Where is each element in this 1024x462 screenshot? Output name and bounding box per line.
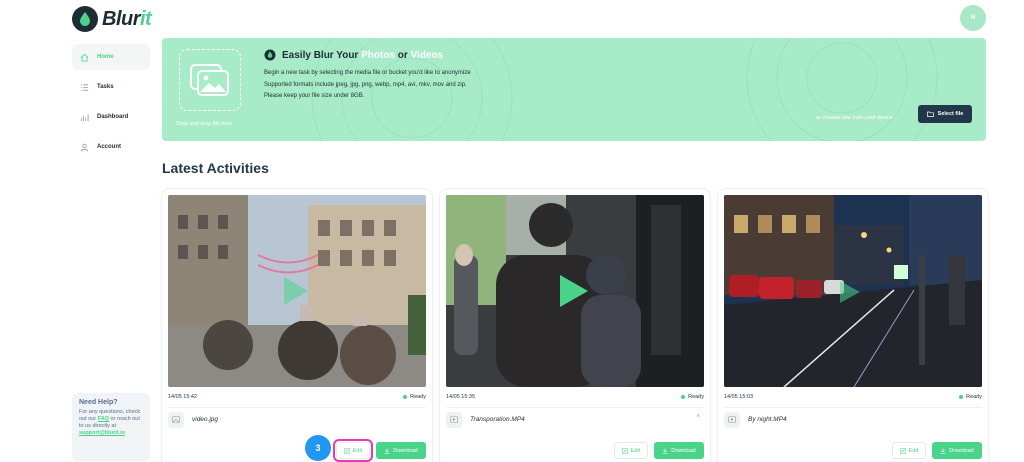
card-actions: Edit Download (892, 442, 982, 459)
list-icon (80, 83, 89, 91)
edit-icon (622, 447, 628, 454)
download-icon (940, 448, 946, 454)
card-actions: Edit Download (614, 442, 704, 459)
sidebar-item-label: Account (97, 144, 121, 150)
media-thumbnail[interactable] (168, 195, 426, 387)
folder-icon (926, 111, 934, 117)
banner-title: Easily Blur Your Photos or Videos (264, 49, 443, 61)
activity-timestamp: 14/05 15:35 (446, 394, 476, 400)
download-button[interactable]: Download (376, 442, 426, 459)
chevron-up-icon[interactable]: ˄ (696, 414, 700, 420)
activity-card: 14/05 15:42 Ready video.jpg Edit Downloa… (162, 189, 432, 462)
help-title: Need Help? (79, 399, 118, 406)
edit-button[interactable]: Edit (892, 442, 926, 459)
tutorial-step-badge: 3 (305, 435, 331, 461)
activity-card: 14/05 15:35 Ready Transporation.MP4 ˄ Ed… (440, 189, 710, 462)
user-avatar[interactable]: N (960, 5, 986, 31)
activity-meta: 14/05 15:42 Ready (168, 394, 426, 400)
app-logo[interactable]: Blurit (72, 6, 152, 32)
sidebar-item-dashboard[interactable]: Dashboard (72, 104, 150, 130)
user-icon (80, 143, 89, 151)
edit-icon (900, 447, 906, 454)
file-name: Transporation.MP4 (470, 416, 525, 423)
blur-drop-icon (264, 49, 276, 61)
sidebar-item-home[interactable]: Home (72, 44, 150, 70)
file-row: By night.MP4 (724, 407, 982, 428)
bus-video-thumbnail (446, 195, 704, 387)
sidebar-item-label: Tasks (97, 84, 114, 90)
activity-meta: 14/05 15:35 Ready (446, 394, 704, 400)
file-name: video.jpg (192, 416, 219, 423)
status-dot-icon (959, 395, 964, 399)
sidebar-item-label: Dashboard (97, 114, 129, 120)
file-name: By night.MP4 (748, 416, 787, 423)
sidebar-item-account[interactable]: Account (72, 134, 150, 160)
blurit-home-page: Blurit N Home Tasks Dashboard Account Ne… (0, 0, 1024, 462)
download-icon (384, 448, 390, 454)
activity-card: 14/05 15:03 Ready By night.MP4 Edit Down… (718, 189, 988, 462)
edit-button[interactable]: Edit (614, 442, 648, 459)
video-file-icon (446, 411, 462, 428)
card-actions: Edit Download (333, 439, 426, 462)
night-street-thumbnail (724, 195, 982, 387)
upload-banner: Drag and drop file here Easily Blur Your… (162, 38, 986, 141)
activity-timestamp: 14/05 15:03 (724, 394, 754, 400)
status-badge: Ready (681, 394, 704, 400)
media-thumbnail[interactable] (446, 195, 704, 387)
download-button[interactable]: Download (932, 442, 982, 459)
sidebar-item-label: Home (97, 54, 114, 60)
edit-icon (344, 447, 350, 454)
device-hint: or choose one from your device (816, 115, 894, 121)
edit-button[interactable]: Edit (333, 439, 373, 462)
select-file-button[interactable]: Select file (918, 105, 972, 123)
sidebar-item-tasks[interactable]: Tasks (72, 74, 150, 100)
file-dropzone[interactable] (179, 49, 241, 111)
status-badge: Ready (959, 394, 982, 400)
faq-link[interactable]: FAQ (98, 416, 109, 422)
activity-timestamp: 14/05 15:42 (168, 394, 198, 400)
video-file-icon (724, 411, 740, 428)
help-box: Need Help? For any questions, check out … (72, 393, 150, 461)
latest-activities-title: Latest Activities (162, 160, 269, 176)
drop-hint: Drag and drop file here (176, 121, 233, 127)
logo-wordmark: Blurit (102, 7, 152, 30)
status-dot-icon (681, 395, 686, 399)
file-row: Transporation.MP4 ˄ (446, 407, 704, 428)
activity-meta: 14/05 15:03 Ready (724, 394, 982, 400)
street-photo-thumbnail (168, 195, 426, 387)
home-icon (80, 53, 89, 62)
status-badge: Ready (403, 394, 426, 400)
banner-description: Begin a new task by selecting the media … (264, 70, 471, 99)
download-button[interactable]: Download (654, 442, 704, 459)
chart-icon (80, 113, 89, 121)
sidebar-nav: Home Tasks Dashboard Account (72, 44, 150, 164)
media-thumbnail[interactable] (724, 195, 982, 387)
download-icon (662, 448, 668, 454)
status-dot-icon (403, 395, 408, 399)
support-email-link[interactable]: support@blurit.io (79, 430, 125, 436)
file-row: video.jpg (168, 407, 426, 428)
logo-drop-icon (72, 6, 98, 32)
image-file-icon (168, 411, 184, 428)
help-text: For any questions, check out our FAQ or … (79, 409, 141, 436)
images-icon (190, 64, 229, 96)
